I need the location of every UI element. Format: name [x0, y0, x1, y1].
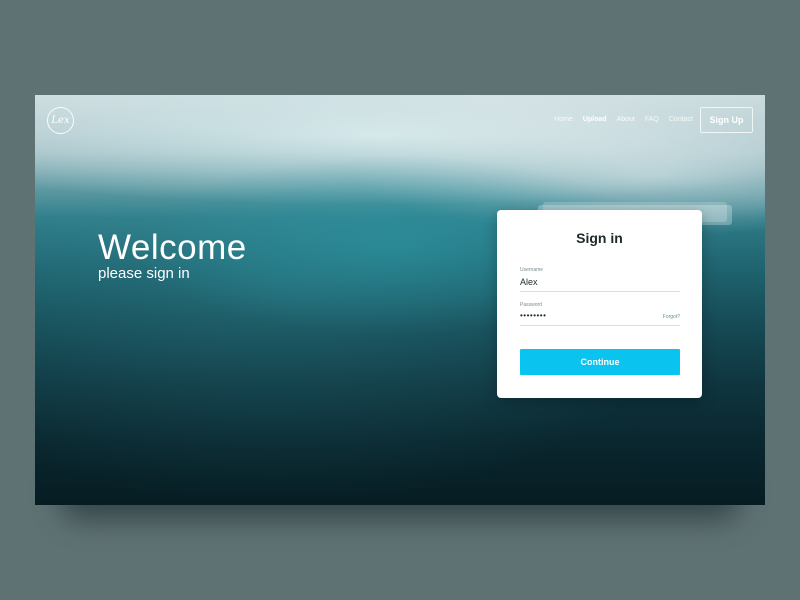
nav-contact[interactable]: Contact	[669, 116, 693, 123]
landing-page: Lex Home Upload About FAQ Contact Sign U…	[35, 95, 765, 505]
top-nav: Home Upload About FAQ Contact	[554, 116, 693, 123]
username-label: Username	[520, 267, 544, 273]
hero-title: Welcome	[98, 228, 247, 267]
password-underline	[520, 325, 680, 326]
forgot-password-link[interactable]: Forgot?	[663, 314, 680, 320]
sign-up-button[interactable]: Sign Up	[700, 107, 753, 133]
nav-home[interactable]: Home	[554, 116, 573, 123]
logo-text: Lex	[51, 115, 70, 126]
nav-about[interactable]: About	[617, 116, 635, 123]
sign-in-title: Sign in	[576, 230, 623, 246]
logo-icon[interactable]: Lex	[47, 107, 74, 134]
password-label: Password	[520, 302, 542, 308]
hero-subtitle: please sign in	[98, 265, 190, 282]
username-field[interactable]: Alex	[520, 277, 538, 287]
sign-in-card: Sign in Username Alex Password •••••••• …	[497, 210, 702, 398]
continue-button[interactable]: Continue	[520, 349, 680, 375]
password-field[interactable]: ••••••••	[520, 311, 546, 320]
nav-faq[interactable]: FAQ	[645, 116, 659, 123]
nav-upload[interactable]: Upload	[583, 116, 607, 123]
username-underline	[520, 291, 680, 292]
